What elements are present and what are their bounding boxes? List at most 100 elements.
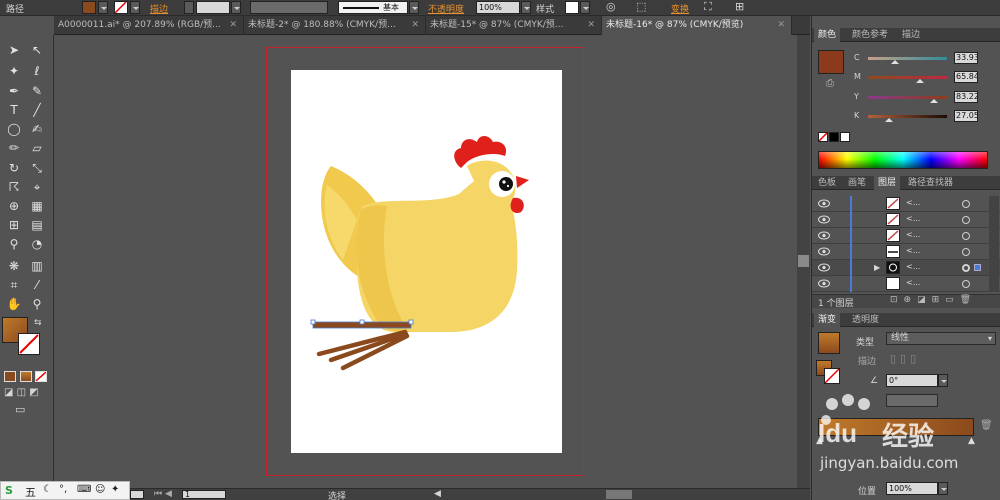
zoom-dropdown[interactable]	[130, 490, 144, 499]
eraser-tool-icon[interactable]: ▱	[27, 139, 47, 157]
ime-mode-label[interactable]: 五	[25, 484, 36, 500]
recolor-icon[interactable]: ◎	[606, 0, 616, 13]
layer-row[interactable]: <...	[812, 196, 1000, 212]
channel-value[interactable]: 83.22	[954, 91, 978, 103]
stroke-gradient-type-icons[interactable]: ▯▯▯	[890, 352, 920, 365]
layer-name[interactable]: <...	[906, 214, 920, 223]
artboard-tool-icon[interactable]: ⌗	[4, 276, 24, 294]
stroke-label[interactable]: 描边	[150, 2, 168, 15]
channel-slider[interactable]	[868, 57, 947, 64]
stroke-color-box[interactable]	[18, 333, 40, 355]
tab-color-guide[interactable]: 颜色参考	[848, 28, 892, 42]
channel-m[interactable]: M 65.84	[852, 71, 1000, 87]
fill-dropdown[interactable]	[98, 1, 108, 14]
gradient-mode-button[interactable]	[20, 371, 32, 382]
ime-keyboard-icon[interactable]: ⌨	[77, 484, 91, 495]
selection-handle[interactable]	[408, 319, 414, 325]
white-color-button[interactable]	[840, 132, 850, 142]
expand-icon[interactable]: ⊞	[735, 0, 744, 13]
visibility-eye-icon[interactable]	[818, 247, 830, 256]
scale-tool-icon[interactable]: ⤡	[27, 159, 47, 177]
ime-moon-icon[interactable]: ☾	[43, 484, 52, 495]
channel-y[interactable]: Y 83.22	[852, 91, 1000, 107]
mesh-tool-icon[interactable]: ⊞	[4, 216, 24, 234]
hand-tool-icon[interactable]: ✋	[4, 295, 24, 313]
layer-row[interactable]: <...	[812, 212, 1000, 228]
stroke-width-field[interactable]	[184, 1, 194, 14]
layer-row[interactable]: <...	[812, 228, 1000, 244]
paintbrush-tool-icon[interactable]: ✍	[27, 120, 47, 138]
ime-logo-icon[interactable]: S	[5, 484, 13, 497]
magic-wand-tool-icon[interactable]: ✦	[4, 62, 24, 80]
gradient-tool-icon[interactable]: ▤	[27, 216, 47, 234]
opacity-label[interactable]: 不透明度	[428, 2, 464, 15]
tab-document-4[interactable]: 未标题-16* @ 87% (CMYK/预览) ✕	[602, 16, 792, 35]
tab-gradient[interactable]: 渐变	[814, 313, 841, 327]
angle-dropdown[interactable]	[938, 374, 948, 387]
tab-pathfinder[interactable]: 路径查找器	[904, 176, 957, 190]
pencil-tool-icon[interactable]: ✏	[4, 139, 24, 157]
tab-color[interactable]: 颜色	[814, 28, 841, 42]
tab-stroke[interactable]: 描边	[898, 28, 924, 42]
visibility-eye-icon[interactable]	[818, 263, 830, 272]
perspective-grid-tool-icon[interactable]: ▦	[27, 197, 47, 215]
visibility-eye-icon[interactable]	[818, 215, 830, 224]
layer-name[interactable]: <...	[906, 246, 920, 255]
blend-tool-icon[interactable]: ◔	[27, 235, 47, 253]
slice-tool-icon[interactable]: ⁄	[27, 276, 47, 294]
layers-footer-icons[interactable]: ⊡⊕◪⊞▭🗑	[890, 295, 977, 305]
position-input[interactable]: 100%	[886, 482, 938, 495]
target-circle-icon[interactable]	[962, 248, 970, 256]
column-graph-tool-icon[interactable]: ▥	[27, 257, 47, 275]
ime-settings-icon[interactable]: ✦	[111, 484, 119, 495]
variable-width-field[interactable]	[250, 1, 328, 14]
tab-layers[interactable]: 图层	[874, 176, 901, 190]
type-tool-icon[interactable]: T	[4, 101, 24, 119]
vertical-scroll-thumb[interactable]	[798, 255, 809, 267]
selection-handle[interactable]	[310, 319, 316, 325]
layer-row[interactable]: <...	[812, 276, 1000, 292]
tab-document-3[interactable]: 未标题-15* @ 87% (CMYK/预... ✕	[426, 16, 602, 35]
first-artboard-icon[interactable]: ⏮ ◀	[154, 489, 172, 499]
tab-brushes[interactable]: 画笔	[844, 176, 870, 190]
channel-value[interactable]: 33.93	[954, 52, 978, 64]
stroke-width-input[interactable]	[196, 1, 230, 14]
free-transform-tool-icon[interactable]: ⌖	[27, 178, 47, 196]
direct-selection-tool-icon[interactable]: ↖	[27, 41, 47, 59]
layer-row[interactable]: <...	[812, 244, 1000, 260]
selection-handle[interactable]	[359, 319, 365, 325]
shape-builder-tool-icon[interactable]: ⊕	[4, 197, 24, 215]
transform-label[interactable]: 变换	[671, 2, 689, 15]
expand-arrow-icon[interactable]: ▶	[874, 263, 880, 272]
align-icon[interactable]: ⬚	[636, 0, 646, 13]
horizontal-scroll-thumb[interactable]	[606, 490, 632, 499]
stroke-swatch[interactable]	[114, 1, 128, 14]
ime-punct-icon[interactable]: °,	[59, 484, 67, 495]
style-dropdown[interactable]	[580, 1, 590, 14]
visibility-eye-icon[interactable]	[818, 199, 830, 208]
channel-slider[interactable]	[868, 115, 947, 122]
none-color-button[interactable]	[818, 132, 828, 142]
layer-name[interactable]: <...	[906, 262, 920, 271]
channel-slider[interactable]	[868, 96, 947, 103]
none-mode-button[interactable]	[35, 371, 47, 382]
pen-tool-icon[interactable]: ✒	[4, 82, 24, 100]
tab-swatches[interactable]: 色板	[814, 176, 840, 190]
style-swatch[interactable]	[565, 1, 579, 14]
artboard-number-input[interactable]: 1	[182, 490, 226, 499]
brush-dropdown[interactable]	[409, 1, 419, 14]
target-circle-icon[interactable]	[962, 200, 970, 208]
gradient-stroke-box[interactable]	[824, 368, 840, 384]
channel-k[interactable]: K 27.05	[852, 110, 1000, 126]
tab-document-1[interactable]: A0000011.ai* @ 207.89% (RGB/预... ✕	[54, 16, 244, 35]
target-circle-icon[interactable]	[962, 280, 970, 288]
zoom-tool-icon[interactable]: ⚲	[27, 295, 47, 313]
visibility-eye-icon[interactable]	[818, 231, 830, 240]
selection-indicator[interactable]	[974, 264, 981, 271]
color-spectrum[interactable]	[818, 151, 988, 169]
close-icon[interactable]: ✕	[587, 16, 595, 35]
target-circle-icon[interactable]	[962, 232, 970, 240]
layer-name[interactable]: <...	[906, 230, 920, 239]
ime-user-icon[interactable]: ☺	[95, 484, 105, 495]
chicken-wattle[interactable]	[510, 197, 524, 214]
